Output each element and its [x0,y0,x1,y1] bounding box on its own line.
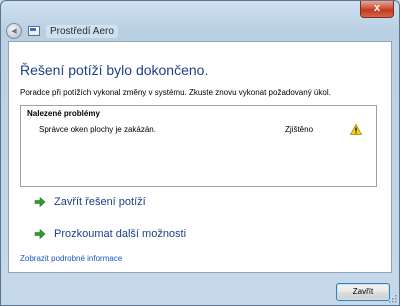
explore-options-label: Prozkoumat další možnosti [54,228,187,240]
green-arrow-icon [34,196,46,208]
problem-row: Správce oken plochy je zakázán. Zjištěno [21,122,376,138]
title-bar: ◀ Prostředí Aero x [1,1,399,41]
problems-box: Nalezené problémy Správce oken plochy je… [20,105,377,187]
close-button[interactable]: Zavřít [336,283,390,301]
show-details-link[interactable]: Zobrazit podrobné informace [20,254,122,263]
close-troubleshooting-action[interactable]: Zavřít řešení potíží [34,193,146,211]
window-title: Prostředí Aero [46,25,118,38]
close-icon: x [373,2,381,14]
window-close-button[interactable]: x [360,1,394,18]
problem-name: Správce oken plochy je zakázán. [39,125,156,134]
close-troubleshooting-label: Zavřít řešení potíží [54,196,146,208]
green-arrow-icon [34,228,46,240]
window-app-icon [28,26,40,36]
warning-icon [350,124,362,135]
content-panel: Řešení potíží bylo dokončeno. Poradce př… [8,41,392,273]
back-button[interactable]: ◀ [6,23,22,39]
resize-grip-icon[interactable] [389,295,397,303]
back-arrow-icon: ◀ [11,28,17,35]
explore-options-action[interactable]: Prozkoumat další možnosti [34,225,186,243]
problem-status: Zjištěno [285,125,314,134]
troubleshooting-window: ◀ Prostředí Aero x Řešení potíží bylo do… [0,0,400,306]
description-text: Poradce při potížích vykonal změny v sys… [20,88,331,97]
page-title: Řešení potíží bylo dokončeno. [20,62,209,78]
problems-title: Nalezené problémy [27,109,100,118]
